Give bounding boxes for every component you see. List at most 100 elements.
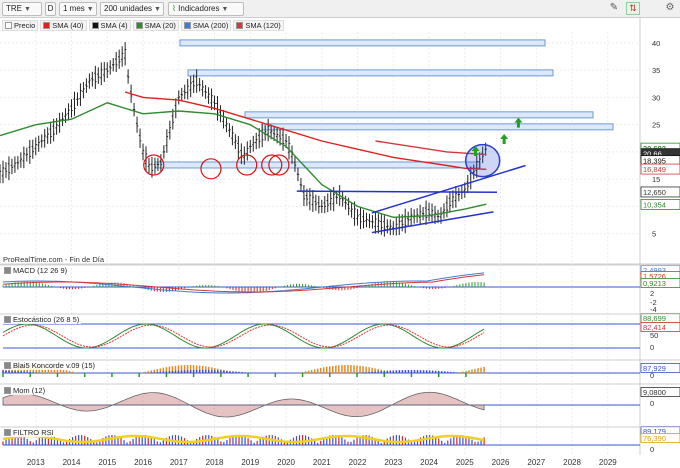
x-tick-label: 2013 [27, 458, 45, 467]
panel-title-macd[interactable]: MACD (12 26 9) [2, 266, 70, 275]
settings-icon[interactable]: ⚙ [664, 2, 676, 14]
panel-value-tag-label: 76,390 [643, 434, 666, 443]
chevron-down-icon: ▼ [24, 6, 31, 13]
panel-value-tag: 0,9213 [640, 278, 680, 288]
x-tick-label: 2018 [206, 458, 224, 467]
panel-value-tag-label: 9,0800 [643, 388, 666, 397]
x-tick-label: 2014 [63, 458, 81, 467]
panel-value-tag-label: 82,414 [643, 323, 666, 332]
y-tick-label: 5 [652, 230, 656, 239]
time-axis[interactable]: 2013 2014 2015 2016 2017 2018 2019 2020 2021 2022… [27, 458, 617, 467]
panel-swatch [4, 316, 11, 323]
panel-value-tag: 88,699 [640, 313, 680, 323]
indicators-label: Indicadores [178, 4, 220, 13]
legend-label: Precio [14, 20, 36, 30]
panel-tick-label: -4 [650, 305, 657, 314]
legend-label: SMA (40) [52, 20, 84, 30]
x-tick-label: 2024 [420, 458, 438, 467]
legend-label: SMA (200) [192, 20, 229, 30]
price-tag: 12,650 [640, 186, 680, 198]
panel-title-label: Estocástico (26 8 5) [13, 315, 80, 324]
panel-value-tag-label: 88,699 [643, 314, 666, 323]
panel-value-tag: 9,0800 [640, 387, 680, 397]
highlight-circle [464, 143, 501, 178]
panel-swatch [4, 362, 11, 369]
panel-tick-label: 0 [650, 399, 654, 408]
price-tag-label: 10,354 [643, 200, 666, 209]
panel-value-tag-label: 87,929 [643, 364, 666, 373]
source-note: ProRealTime.com - Fin de Día [3, 255, 105, 264]
panel-value-tag: 82,414 [640, 322, 680, 332]
x-tick-label: 2016 [134, 458, 152, 467]
panel-title-label: Mom (12) [13, 386, 46, 395]
panel-title-blai5[interactable]: Blai5 Koncorde v.09 (15) [2, 361, 97, 370]
panel-swatch [4, 429, 11, 436]
legend-swatch [5, 21, 12, 29]
panel-tick-label: 50 [650, 331, 658, 340]
x-tick-label: 2027 [527, 458, 545, 467]
price-tag-label: 12,650 [643, 188, 666, 197]
legend: Precio SMA (40) SMA (4) SMA (20) SMA (20… [2, 19, 284, 31]
resistance-zone [179, 39, 546, 47]
timeframe-select[interactable]: 1 mes ▼ [59, 2, 97, 16]
legend-item-1[interactable]: SMA (40) [40, 19, 87, 31]
x-tick-label: 2019 [241, 458, 259, 467]
panel-title-label: Blai5 Koncorde v.09 (15) [13, 361, 95, 370]
x-tick-label: 2020 [277, 458, 295, 467]
panel-title-mom[interactable]: Mom (12) [2, 386, 48, 395]
symbol-label: TRE [6, 4, 22, 13]
panel-title-stoch[interactable]: Estocástico (26 8 5) [2, 315, 82, 324]
legend-label: SMA (20) [144, 20, 176, 30]
x-tick-label: 2021 [313, 458, 331, 467]
legend-item-4[interactable]: SMA (200) [180, 19, 232, 31]
indicators-button[interactable]: ⌇ Indicadores ▼ [168, 2, 244, 16]
legend-swatch [135, 21, 143, 29]
draw-tool-icon[interactable]: ✎ [608, 2, 620, 14]
d-button[interactable]: D [45, 2, 56, 16]
x-tick-label: 2017 [170, 458, 188, 467]
indicator-chart-icon: ⌇ [172, 4, 176, 13]
panel-tick-label: 0 [650, 445, 654, 454]
x-tick-label: 2022 [349, 458, 367, 467]
y-tick-label: 25 [652, 121, 660, 130]
legend-label: SMA (4) [100, 20, 128, 30]
legend-item-5[interactable]: SMA (120) [233, 19, 284, 31]
x-tick-label: 2025 [456, 458, 474, 467]
x-tick-label: 2023 [384, 458, 402, 467]
price-tag-label: 16,849 [643, 165, 666, 174]
price-tag: 16,849 [640, 163, 680, 175]
legend-item-0[interactable]: Precio [2, 19, 39, 31]
panel-value-tag-label: 0,9213 [643, 279, 666, 288]
symbol-select[interactable]: TRE ▼ [2, 2, 42, 16]
panel-value-tag: 76,390 [640, 433, 680, 443]
legend-label: SMA (120) [245, 20, 281, 30]
resistance-zone [187, 69, 554, 77]
panel-swatch [4, 267, 11, 274]
price-tag: 10,354 [640, 199, 680, 210]
timeframe-label: 1 mes [63, 4, 85, 13]
legend-item-3[interactable]: SMA (20) [132, 19, 179, 31]
legend-swatch [43, 21, 51, 29]
y-tick-label: 35 [652, 66, 660, 75]
legend-swatch [183, 21, 191, 29]
chevron-down-icon: ▼ [154, 6, 161, 13]
screener-icon[interactable]: ⇅ [626, 2, 640, 15]
panel-title-filtro[interactable]: FILTRO RSI [2, 428, 56, 437]
panel-title-label: FILTRO RSI [13, 428, 54, 437]
panel-title-label: MACD (12 26 9) [13, 266, 68, 275]
x-tick-label: 2026 [492, 458, 510, 467]
panel-swatch [4, 387, 11, 394]
chevron-down-icon: ▼ [221, 6, 229, 13]
y-tick-label: 40 [652, 39, 660, 48]
x-tick-label: 2028 [563, 458, 581, 467]
units-label: 200 unidades [104, 4, 153, 13]
panel-tick-label: 0 [650, 343, 654, 352]
d-button-label: D [47, 4, 54, 13]
resistance-zone [244, 111, 594, 119]
panel-value-tag: 87,929 [640, 363, 680, 373]
units-select[interactable]: 200 unidades ▼ [100, 2, 164, 16]
y-tick-label: 15 [652, 175, 660, 184]
legend-item-2[interactable]: SMA (4) [88, 19, 131, 31]
chart-canvas[interactable]: 5101520253035402-2-4500000 20,69220,6618… [0, 0, 680, 468]
legend-swatch [236, 21, 244, 29]
